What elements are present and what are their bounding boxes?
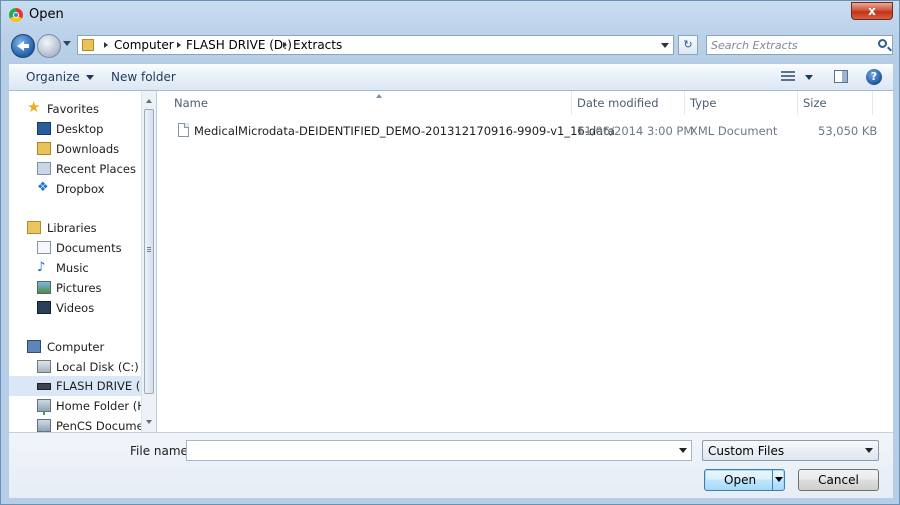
- view-options-icon[interactable]: [781, 71, 795, 83]
- file-type-filter-select[interactable]: Custom Files: [702, 440, 879, 461]
- nav-item-downloads[interactable]: Downloads: [9, 139, 143, 159]
- back-button[interactable]: [11, 34, 35, 58]
- scroll-down-arrow-icon[interactable]: [146, 420, 152, 427]
- title-bar[interactable]: Open x: [1, 1, 899, 29]
- libraries-icon: [27, 221, 41, 234]
- column-header-name[interactable]: Name: [169, 91, 572, 115]
- nav-group-computer[interactable]: Computer: [9, 337, 143, 357]
- nav-item-desktop[interactable]: Desktop: [9, 119, 143, 139]
- file-name: MedicalMicrodata-DEIDENTIFIED_DEMO-20131…: [194, 124, 615, 138]
- chevron-down-icon: [85, 75, 94, 84]
- organize-button[interactable]: Organize: [26, 70, 94, 84]
- nav-item-documents[interactable]: Documents: [9, 238, 143, 258]
- forward-button[interactable]: [37, 34, 61, 58]
- recent-places-icon: [37, 162, 51, 175]
- chevron-down-icon: [865, 448, 873, 457]
- pictures-icon: [37, 281, 51, 294]
- star-icon: ★: [27, 99, 41, 116]
- cancel-button[interactable]: Cancel: [798, 469, 879, 491]
- nav-item-recent-places[interactable]: Recent Places: [9, 159, 143, 179]
- search-input[interactable]: [711, 37, 871, 53]
- nav-item-music[interactable]: ♪ Music: [9, 258, 143, 278]
- desktop-icon: [37, 122, 51, 135]
- file-name-label: File name:: [130, 444, 192, 458]
- preview-pane-icon[interactable]: [834, 70, 848, 83]
- nav-group-libraries[interactable]: Libraries: [9, 218, 143, 238]
- file-name-input[interactable]: [190, 443, 670, 458]
- nav-group-favorites[interactable]: ★ Favorites: [9, 99, 143, 119]
- breadcrumb-flash-drive[interactable]: FLASH DRIVE (D:): [186, 38, 292, 52]
- file-size: 53,050 KB: [818, 124, 878, 138]
- nav-item-dropbox[interactable]: ❖ Dropbox: [9, 179, 143, 199]
- file-type-filter-value: Custom Files: [708, 444, 785, 458]
- dialog-footer: File name: Custom Files Open Cancel: [9, 432, 893, 498]
- network-drive-icon: [37, 419, 51, 432]
- recent-locations-chevron-icon[interactable]: [63, 41, 71, 50]
- breadcrumb-extracts[interactable]: Extracts: [293, 38, 342, 52]
- file-name-combobox[interactable]: [186, 440, 692, 461]
- open-dialog: Open x Computer FLASH DRIVE (D:) Extract…: [0, 0, 900, 505]
- dropbox-icon: ❖: [37, 180, 49, 195]
- address-dropdown-icon[interactable]: [661, 43, 669, 52]
- network-drive-icon: [37, 399, 51, 415]
- nav-item-flash-drive[interactable]: FLASH DRIVE (D:): [9, 376, 143, 396]
- scroll-thumb[interactable]: [144, 109, 154, 394]
- scroll-up-arrow-icon[interactable]: [146, 96, 152, 103]
- hard-disk-icon: [37, 360, 51, 373]
- videos-icon: [37, 301, 51, 314]
- documents-icon: [37, 241, 51, 254]
- refresh-button[interactable]: ↻: [678, 35, 698, 55]
- breadcrumb-chevron-icon[interactable]: [283, 42, 290, 48]
- search-icon[interactable]: [878, 39, 887, 48]
- music-icon: ♪: [37, 260, 46, 275]
- breadcrumb-computer[interactable]: Computer: [114, 38, 174, 52]
- open-options-dropdown-icon[interactable]: [772, 469, 784, 491]
- window-edge: [893, 91, 899, 432]
- breadcrumb-chevron-icon[interactable]: [177, 42, 184, 48]
- nav-item-pencs-documents[interactable]: PenCS Documen: [9, 416, 143, 432]
- window-title: Open: [29, 7, 64, 22]
- computer-icon: [27, 340, 41, 353]
- chrome-icon: [9, 8, 23, 22]
- breadcrumb-chevron-icon[interactable]: [104, 42, 111, 48]
- downloads-folder-icon: [37, 142, 51, 155]
- nav-item-videos[interactable]: Videos: [9, 298, 143, 318]
- address-bar[interactable]: Computer FLASH DRIVE (D:) Extracts: [77, 35, 674, 55]
- column-header-date-modified[interactable]: Date modified: [572, 91, 685, 115]
- file-name-dropdown-icon[interactable]: [679, 448, 687, 457]
- new-folder-button[interactable]: New folder: [111, 70, 176, 84]
- nav-scrollbar[interactable]: [141, 91, 156, 432]
- file-row[interactable]: MedicalMicrodata-DEIDENTIFIED_DEMO-20131…: [172, 120, 878, 142]
- grip-icon: [147, 247, 151, 253]
- flash-drive-icon: [37, 383, 51, 390]
- column-header-size[interactable]: Size: [798, 91, 873, 115]
- organize-label: Organize: [26, 70, 80, 84]
- xml-file-icon: [178, 123, 189, 137]
- nav-item-local-disk[interactable]: Local Disk (C:): [9, 357, 143, 377]
- nav-item-pictures[interactable]: Pictures: [9, 278, 143, 298]
- file-type: XML Document: [690, 124, 778, 138]
- close-button[interactable]: x: [851, 2, 893, 20]
- sort-ascending-icon: [376, 91, 382, 98]
- file-list[interactable]: Name Date modified Type Size MedicalMicr…: [157, 91, 893, 432]
- folder-icon: [82, 39, 94, 51]
- command-bar: Organize New folder ?: [9, 63, 893, 91]
- file-date-modified: 11/06/2014 3:00 PM: [577, 124, 694, 138]
- column-header-type[interactable]: Type: [685, 91, 798, 115]
- search-box[interactable]: [706, 35, 893, 55]
- help-icon[interactable]: ?: [866, 69, 882, 85]
- open-button-label: Open: [724, 473, 757, 487]
- navigation-pane[interactable]: ★ Favorites Desktop Downloads Recent Pla…: [9, 91, 156, 432]
- nav-item-home-folder[interactable]: Home Folder (H:): [9, 396, 143, 416]
- view-chevron-down-icon[interactable]: [805, 75, 813, 84]
